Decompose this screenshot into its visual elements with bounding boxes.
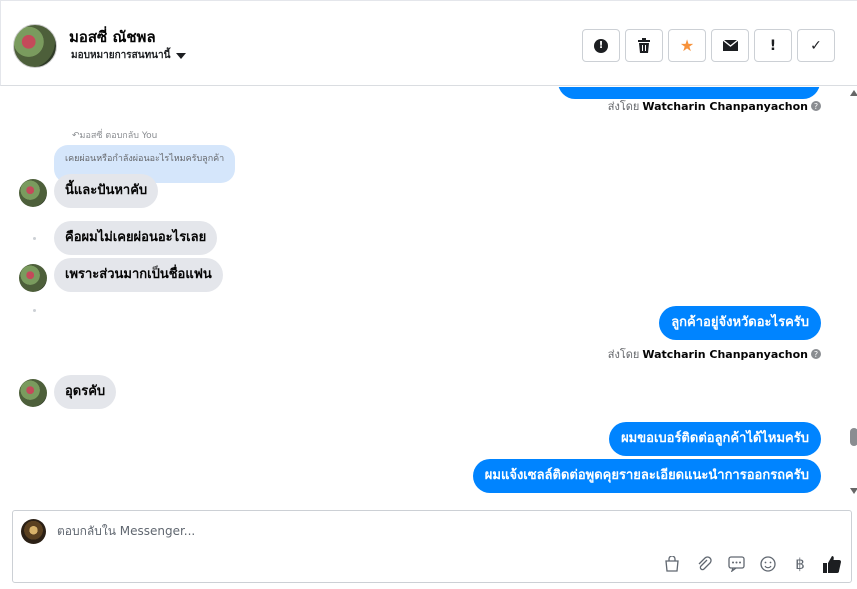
header-actions: ! ★ ! ✓ bbox=[582, 29, 835, 62]
sent-by-prefix: ส่งโดย bbox=[607, 100, 640, 113]
caret-down-icon bbox=[176, 52, 187, 59]
star-icon: ★ bbox=[679, 36, 695, 55]
sent-by-label: ส่งโดย Watcharin Chanpanyachon ? bbox=[608, 97, 821, 115]
star-button[interactable]: ★ bbox=[668, 29, 706, 62]
report-button[interactable]: ! bbox=[582, 29, 620, 62]
delete-button[interactable] bbox=[625, 29, 663, 62]
sender-name: Watcharin Chanpanyachon bbox=[642, 347, 808, 361]
alert-circle-icon: ! bbox=[594, 38, 608, 53]
reply-arrow-icon: ↶ bbox=[72, 131, 80, 141]
shop-icon[interactable] bbox=[663, 555, 681, 573]
flag-button[interactable]: ! bbox=[754, 29, 792, 62]
message-incoming[interactable]: เพราะส่วนมากเป็นชื่อแฟน bbox=[54, 258, 223, 292]
assign-label: มอบหมายการสนทนานี้ bbox=[71, 50, 171, 61]
contact-avatar[interactable] bbox=[13, 24, 57, 68]
message-composer: ฿ bbox=[12, 510, 852, 583]
help-icon[interactable]: ? bbox=[811, 349, 821, 359]
scroll-down-icon[interactable] bbox=[850, 488, 857, 494]
exclamation-icon: ! bbox=[769, 37, 777, 54]
contact-avatar-small bbox=[19, 264, 47, 292]
saved-reply-icon[interactable] bbox=[727, 555, 745, 573]
contact-avatar-small bbox=[19, 379, 47, 407]
read-dot bbox=[33, 309, 36, 312]
message-incoming[interactable]: คือผมไม่เคยผ่อนอะไรเลย bbox=[54, 221, 218, 255]
envelope-icon bbox=[722, 40, 738, 51]
contact-avatar-small bbox=[19, 179, 47, 207]
scroll-up-icon[interactable] bbox=[850, 90, 857, 96]
reply-meta: ↶มอสซี่ ตอบกลับ You bbox=[72, 128, 157, 142]
message-outgoing[interactable]: ลูกค้าอยู่จังหวัดอะไรครับ bbox=[659, 306, 821, 340]
help-icon[interactable]: ? bbox=[811, 101, 821, 111]
assign-dropdown[interactable]: มอบหมายการสนทนานี้ bbox=[71, 48, 187, 63]
sent-by-label: ส่งโดย Watcharin Chanpanyachon ? bbox=[608, 345, 821, 363]
page-avatar bbox=[21, 519, 46, 544]
message-incoming[interactable]: อุดรคับ bbox=[54, 375, 117, 409]
trash-icon bbox=[638, 38, 650, 53]
attach-icon[interactable] bbox=[695, 555, 713, 573]
contact-name[interactable]: มอสซี่ ณัชพล bbox=[69, 25, 156, 49]
reply-input[interactable] bbox=[57, 524, 757, 538]
message-outgoing[interactable]: ผมแจ้งเซลล์ติดต่อพูดคุยรายละเอียดแนะนำกา… bbox=[472, 459, 821, 493]
message-thread[interactable]: ส่งโดย Watcharin Chanpanyachon ? ↶มอสซี่… bbox=[0, 87, 846, 497]
reply-meta-text: มอสซี่ ตอบกลับ You bbox=[79, 131, 158, 141]
like-icon[interactable] bbox=[823, 555, 841, 573]
check-icon: ✓ bbox=[810, 37, 822, 54]
composer-tools: ฿ bbox=[663, 555, 841, 573]
scrollbar-thumb[interactable] bbox=[850, 428, 857, 446]
message-outgoing[interactable]: ผมขอเบอร์ติดต่อลูกค้าได้ไหมครับ bbox=[609, 422, 821, 456]
payment-icon[interactable]: ฿ bbox=[791, 555, 809, 573]
message-incoming[interactable]: นี้และปันหาคับ bbox=[54, 174, 159, 208]
conversation-header: มอสซี่ ณัชพล มอบหมายการสนทนานี้ ! ★ ! ✓ bbox=[0, 0, 857, 86]
read-dot bbox=[33, 237, 36, 240]
sender-name: Watcharin Chanpanyachon bbox=[642, 99, 808, 113]
emoji-icon[interactable] bbox=[759, 555, 777, 573]
sent-by-prefix: ส่งโดย bbox=[607, 348, 640, 361]
done-button[interactable]: ✓ bbox=[797, 29, 835, 62]
mark-unread-button[interactable] bbox=[711, 29, 749, 62]
